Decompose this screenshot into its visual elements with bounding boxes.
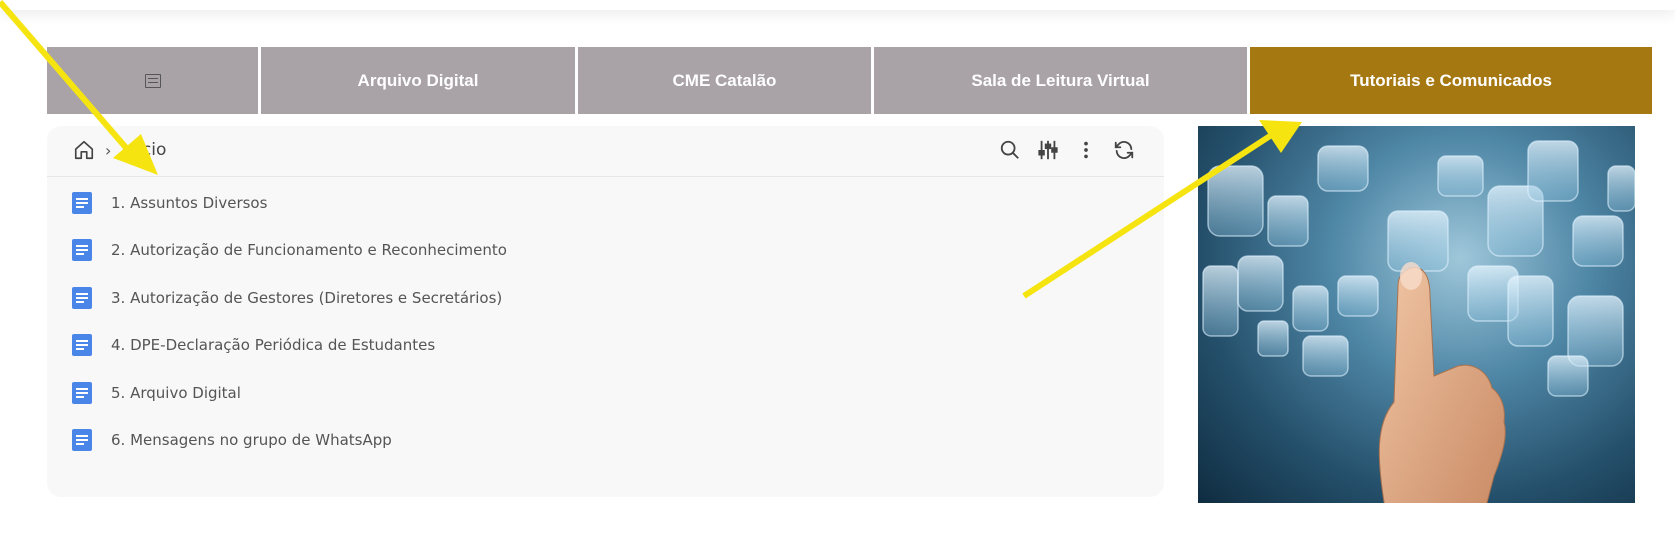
top-bar bbox=[0, 0, 1675, 10]
breadcrumb: › Início bbox=[73, 139, 166, 161]
document-icon bbox=[72, 191, 92, 214]
search-icon[interactable] bbox=[998, 138, 1022, 162]
list-item-label: 1. Assuntos Diversos bbox=[111, 193, 268, 212]
document-icon bbox=[72, 239, 92, 262]
document-icon bbox=[72, 381, 92, 404]
breadcrumb-separator: › bbox=[105, 140, 112, 160]
list-item[interactable]: 6. Mensagens no grupo de WhatsApp bbox=[47, 417, 1164, 465]
document-icon bbox=[72, 286, 92, 309]
list-item[interactable]: 2. Autorização de Funcionamento e Reconh… bbox=[47, 227, 1164, 275]
nav-item-tutoriais[interactable]: Tutoriais e Comunicados bbox=[1250, 47, 1652, 114]
main-nav: Arquivo Digital CME Catalão Sala de Leit… bbox=[47, 47, 1652, 114]
list-item-label: 2. Autorização de Funcionamento e Reconh… bbox=[111, 241, 507, 260]
nav-item-label: CME Catalão bbox=[672, 70, 777, 90]
list-item[interactable]: 4. DPE-Declaração Periódica de Estudante… bbox=[47, 322, 1164, 370]
toolbar bbox=[998, 138, 1136, 162]
nav-menu-button[interactable] bbox=[47, 47, 261, 114]
file-browser-panel: › Início 1. Assuntos Diversos 2. Autoriz… bbox=[47, 126, 1164, 497]
home-icon[interactable] bbox=[73, 139, 95, 161]
list-item[interactable]: 3. Autorização de Gestores (Diretores e … bbox=[47, 274, 1164, 322]
hero-image bbox=[1198, 126, 1635, 503]
nav-item-cme-catalao[interactable]: CME Catalão bbox=[578, 47, 874, 114]
refresh-icon[interactable] bbox=[1112, 138, 1136, 162]
sliders-icon[interactable] bbox=[1036, 138, 1060, 162]
panel-header: › Início bbox=[47, 126, 1164, 177]
nav-item-sala-leitura[interactable]: Sala de Leitura Virtual bbox=[874, 47, 1250, 114]
file-list: 1. Assuntos Diversos 2. Autorização de F… bbox=[47, 177, 1164, 464]
list-icon bbox=[144, 73, 161, 88]
nav-item-label: Sala de Leitura Virtual bbox=[971, 70, 1150, 90]
nav-item-label: Arquivo Digital bbox=[357, 70, 479, 90]
list-item-label: 4. DPE-Declaração Periódica de Estudante… bbox=[111, 336, 436, 355]
nav-item-arquivo-digital[interactable]: Arquivo Digital bbox=[261, 47, 578, 114]
list-item[interactable]: 5. Arquivo Digital bbox=[47, 369, 1164, 417]
document-icon bbox=[72, 334, 92, 357]
breadcrumb-current[interactable]: Início bbox=[121, 140, 166, 160]
more-vertical-icon[interactable] bbox=[1074, 138, 1098, 162]
finger-touch-illustration bbox=[1202, 140, 1635, 503]
list-item[interactable]: 1. Assuntos Diversos bbox=[47, 179, 1164, 227]
nav-item-label: Tutoriais e Comunicados bbox=[1350, 70, 1552, 90]
document-icon bbox=[72, 429, 92, 452]
list-item-label: 3. Autorização de Gestores (Diretores e … bbox=[111, 288, 503, 307]
list-item-label: 5. Arquivo Digital bbox=[111, 383, 241, 402]
list-item-label: 6. Mensagens no grupo de WhatsApp bbox=[111, 431, 392, 450]
